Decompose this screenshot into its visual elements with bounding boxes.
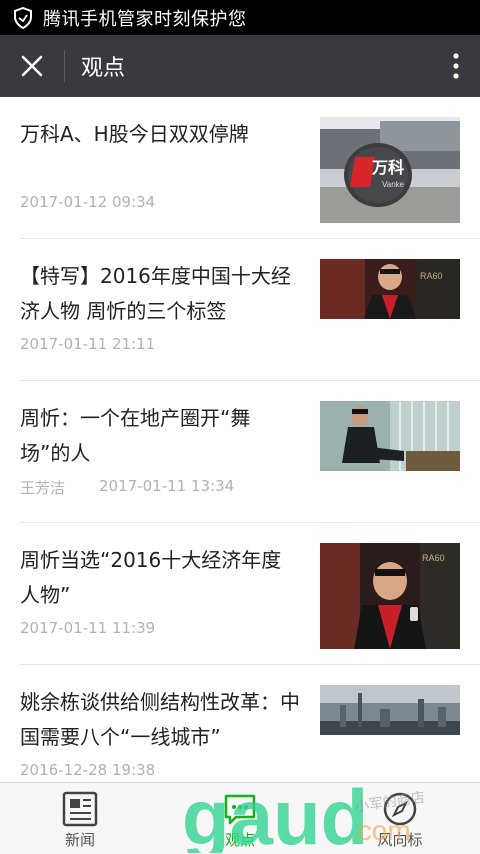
- tab-label: 新闻: [64, 831, 95, 849]
- article-date: 2017-01-12 09:34: [20, 193, 156, 211]
- tab-label: 观点: [224, 831, 255, 849]
- article-date: 2017-01-11 11:39: [20, 619, 156, 637]
- article-meta: 王芳洁 2017-01-11 13:34: [20, 477, 234, 498]
- tab-label: 风向标: [377, 831, 423, 849]
- article-thumbnail: [320, 401, 460, 471]
- article-date: 2017-01-11 21:11: [20, 335, 156, 353]
- svg-text:RA60: RA60: [422, 553, 445, 563]
- article-list: 万科A、H股今日双双停牌 2017-01-12 09:34 万科 Vanke 【…: [0, 97, 480, 807]
- svg-text:RA60: RA60: [420, 271, 443, 281]
- thumb-logo-en: Vanke: [382, 180, 405, 189]
- article-meta: 2017-01-12 09:34: [20, 193, 155, 211]
- article-date: 2016-12-28 19:38: [20, 761, 156, 779]
- article-author: 王芳洁: [20, 479, 66, 497]
- article-thumbnail: RA60: [320, 259, 460, 319]
- article-item[interactable]: 万科A、H股今日双双停牌 2017-01-12 09:34 万科 Vanke: [20, 97, 480, 239]
- status-bar: 腾讯手机管家时刻保护您: [0, 0, 480, 35]
- tab-opinion[interactable]: 观点: [160, 783, 320, 854]
- tab-news[interactable]: 新闻: [0, 783, 160, 854]
- article-title: 【特写】2016年度中国十大经济人物 周忻的三个标签: [20, 264, 291, 323]
- thumb-logo: 万科: [371, 158, 404, 177]
- compass-icon: [383, 792, 417, 826]
- chat-bubble-icon: [224, 794, 256, 825]
- close-button[interactable]: [0, 35, 64, 97]
- newspaper-icon: [62, 791, 98, 827]
- article-thumbnail: 万科 Vanke: [320, 117, 460, 223]
- status-bar-text: 腾讯手机管家时刻保护您: [43, 8, 247, 30]
- title-bar: 观点: [0, 35, 480, 97]
- more-menu-button[interactable]: [432, 35, 480, 97]
- tab-trend[interactable]: 风向标: [320, 783, 480, 854]
- article-date: 2017-01-11 13:34: [99, 477, 235, 495]
- article-title: 万科A、H股今日双双停牌: [20, 122, 249, 146]
- bottom-tab-bar: 新闻 观点 风向标: [0, 782, 480, 854]
- title-divider: [64, 50, 65, 82]
- page-title: 观点: [81, 56, 126, 81]
- article-item[interactable]: 周忻：一个在地产圈开“舞场”的人 王芳洁 2017-01-11 13:34: [20, 381, 480, 523]
- article-thumbnail: RA60: [320, 543, 460, 649]
- article-thumbnail: [320, 685, 460, 735]
- close-icon: [21, 55, 43, 77]
- article-title: 周忻当选“2016十大经济年度人物”: [20, 548, 282, 607]
- article-title: 姚余栋谈供给侧结构性改革：中国需要八个“一线城市”: [20, 690, 300, 749]
- article-title: 周忻：一个在地产圈开“舞场”的人: [20, 406, 251, 465]
- article-meta: 2016-12-28 19:38: [20, 761, 155, 779]
- shield-icon: [14, 6, 32, 29]
- article-item[interactable]: 周忻当选“2016十大经济年度人物” 2017-01-11 11:39 RA60: [20, 523, 480, 665]
- article-meta: 2017-01-11 21:11: [20, 335, 155, 353]
- article-meta: 2017-01-11 11:39: [20, 619, 155, 637]
- more-vertical-icon: [453, 53, 459, 79]
- article-item[interactable]: 【特写】2016年度中国十大经济人物 周忻的三个标签 2017-01-11 21…: [20, 239, 480, 381]
